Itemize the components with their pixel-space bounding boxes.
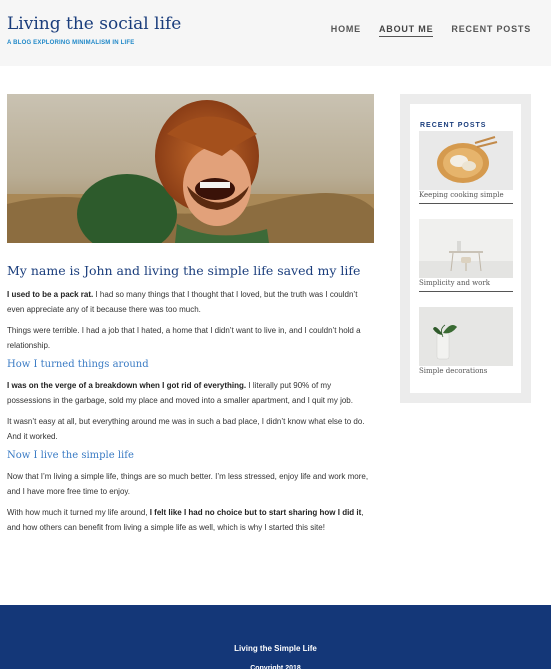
recent-post-caption[interactable]: Simple decorations [419,367,513,375]
main-content: My name is John and living the simple li… [7,94,374,541]
divider [419,291,513,292]
post-title: My name is John and living the simple li… [7,263,361,278]
nav-recent-posts[interactable]: RECENT POSTS [451,24,531,37]
site-header: Living the social life A BLOG EXPLORING … [0,0,551,66]
post-paragraph: Things were terrible. I had a job that I… [7,326,361,350]
post-paragraph: It wasn’t easy at all, but everything ar… [7,417,365,441]
recent-post-item[interactable]: Simplicity and work [419,219,513,292]
post-paragraph: With how much it turned my life around, … [7,505,374,535]
recent-posts-widget: RECENT POSTS Keeping cooking simple Simp… [410,104,521,393]
post-paragraph: I was on the verge of a breakdown when I… [7,378,374,408]
section-heading: How I turned things around [7,359,149,370]
hero-image [7,94,374,243]
emphasis-text: I was on the verge of a breakdown when I… [7,381,247,390]
recent-post-thumbnail[interactable] [419,307,513,366]
divider [419,203,513,204]
paragraph-text: With how much it turned my life around, [7,508,150,517]
recent-post-caption[interactable]: Simplicity and work [419,279,513,287]
site-footer: Living the Simple Life Copyright 2018 [0,605,551,672]
sidebar-title: RECENT POSTS [420,122,487,129]
recent-post-item[interactable]: Simple decorations [419,307,513,375]
post-paragraph: I used to be a pack rat. I had so many t… [7,287,374,317]
emphasis-text: I used to be a pack rat. [7,290,94,299]
site-tagline: A BLOG EXPLORING MINIMALISM IN LIFE [7,40,135,46]
nav-about-me[interactable]: ABOUT ME [378,24,434,37]
footer-title: Living the Simple Life [234,644,317,653]
post-paragraph: Now that I’m living a simple life, thing… [7,472,369,496]
main-nav: HOME ABOUT ME RECENT POSTS [331,24,531,37]
recent-post-item[interactable]: Keeping cooking simple [419,131,513,204]
emphasis-text: I felt like I had no choice but to start… [149,508,362,517]
nav-home[interactable]: HOME [331,24,361,37]
sidebar: RECENT POSTS Keeping cooking simple Simp… [400,94,531,403]
recent-post-thumbnail[interactable] [419,131,513,190]
site-title[interactable]: Living the social life [7,14,181,34]
recent-post-thumbnail[interactable] [419,219,513,278]
section-heading: Now I live the simple life [7,450,134,461]
recent-post-caption[interactable]: Keeping cooking simple [419,191,513,199]
